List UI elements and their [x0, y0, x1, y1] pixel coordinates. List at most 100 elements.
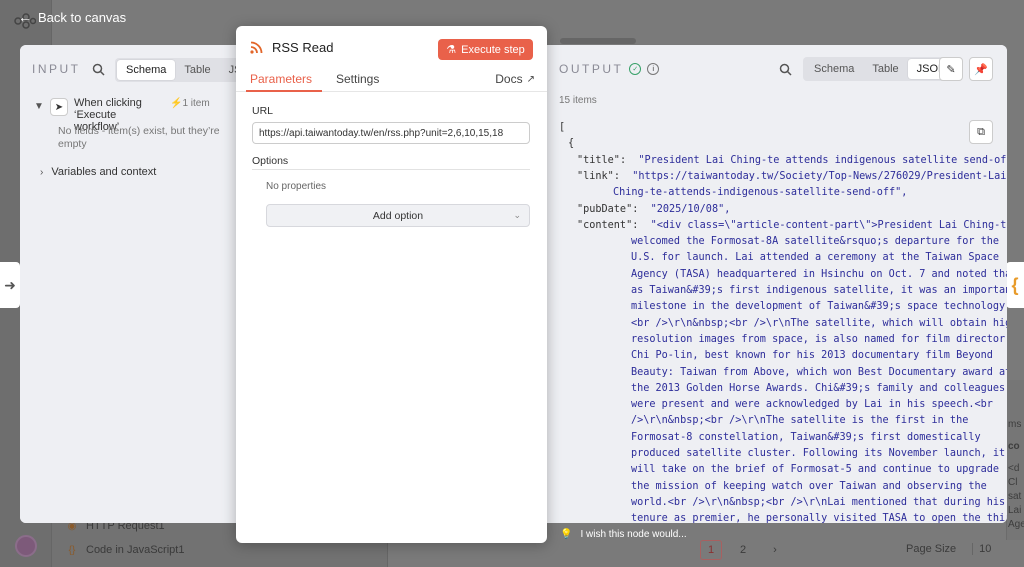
json-line: "pubDate": "2025/10/08", [577, 203, 731, 215]
add-option-label: Add option [372, 209, 424, 222]
active-tab-indicator [246, 90, 322, 92]
add-option-dropdown[interactable]: Add option ⌄ [266, 204, 530, 227]
pin-data-button[interactable]: 📌 [969, 57, 993, 81]
json-value: welcomed the Formosat-8A satellite&rsquo… [631, 236, 1000, 248]
json-line: as Taiwan&#39;s first indigenous satelli… [631, 283, 1007, 299]
success-check-icon: ✓ [629, 63, 642, 75]
page-size-select[interactable]: 10 [972, 543, 1016, 555]
json-line: <br />\r\n&nbsp;<br />\r\nThe satellite,… [631, 316, 1007, 332]
items-count: 15 items [559, 95, 597, 106]
input-tab-schema[interactable]: Schema [117, 60, 176, 80]
json-line: "content": "<div class=\"article-content… [577, 218, 1007, 234]
json-output[interactable]: [{"title": "President Lai Ching-te atten… [559, 120, 1007, 523]
output-search-icon[interactable] [779, 63, 793, 77]
json-line: U.S. for launch. Lai attended a ceremony… [631, 250, 999, 266]
json-value: U.S. for launch. Lai attended a ceremony… [631, 252, 1000, 264]
output-title-row: OUTPUT ✓ i [559, 62, 660, 76]
json-punct: { [568, 138, 575, 150]
trigger-item-count-text: 1 item [182, 98, 210, 109]
tab-parameters[interactable]: Parameters [250, 72, 312, 86]
chevron-down-icon: ⌄ [513, 210, 521, 220]
user-avatar[interactable] [15, 535, 37, 557]
input-drag-handle-icon[interactable]: ➜ [0, 262, 20, 308]
json-value: were present and were acknowledged by La… [631, 399, 993, 411]
options-label: Options [252, 155, 289, 167]
json-line: [ [559, 120, 565, 136]
json-value: the mission of keeping watch over Taiwan… [631, 480, 987, 492]
feedback-prompt[interactable]: 💡 I wish this node would... [560, 529, 687, 540]
json-line: will take on the brief of Formosat-5 and… [631, 462, 999, 478]
options-divider [252, 169, 530, 170]
edit-output-button[interactable]: ✎ [939, 57, 963, 81]
output-tab-table[interactable]: Table [863, 59, 907, 79]
input-panel: INPUT Schema Table JS ▼ ➤ When clicking … [20, 45, 253, 523]
chevron-down-icon[interactable]: ▼ [34, 97, 44, 112]
copy-icon: ⧉ [977, 125, 985, 138]
pencil-icon: ✎ [946, 63, 956, 76]
json-value: <br />\r\n&nbsp;<br />\r\nThe satellite,… [631, 317, 1007, 329]
json-key: "link" [577, 170, 614, 182]
input-search-icon[interactable] [92, 63, 106, 77]
background-fragment-1: ms [1008, 419, 1022, 430]
page-size-label: Page Size [906, 543, 957, 555]
copy-button[interactable]: ⧉ [969, 120, 993, 144]
json-value: Beauty: Taiwan from Above, which won Bes… [631, 366, 1007, 378]
json-key: "title" [577, 154, 620, 166]
cursor-icon: ➤ [50, 98, 68, 116]
page-2-button[interactable]: 2 [732, 540, 754, 560]
variables-context-toggle[interactable]: › Variables and context [40, 166, 156, 178]
page-size: Page Size 10 [906, 543, 1016, 555]
json-value: world.<br />\r\n&nbsp;<br />\r\nLai ment… [631, 496, 1006, 508]
json-line: "title": "President Lai Ching-te attends… [577, 153, 1007, 169]
json-line: "link": "https://taiwantoday.tw/Society/… [577, 169, 1007, 185]
variables-context-label: Variables and context [51, 166, 157, 178]
json-line: tenure as premier, he personally visited… [631, 511, 1007, 523]
json-value: Formosat-8 constellation, Taiwan&#39;s f… [631, 431, 981, 443]
trigger-item-count: ⚡1 item [170, 97, 210, 109]
docs-link[interactable]: Docs ↗ [495, 72, 535, 86]
external-link-icon: ↗ [526, 73, 535, 85]
json-value: resolution images from space, is also na… [631, 333, 1006, 345]
info-icon[interactable]: i [647, 63, 660, 75]
json-line: Ching-te-attends-indigenous-satellite-se… [613, 185, 907, 201]
node-header: RSS Read [250, 40, 333, 55]
json-line: Agency (TASA) headquartered in Hsinchu o… [631, 267, 1007, 283]
page-1-button[interactable]: 1 [700, 540, 722, 560]
background-node-code[interactable]: {} Code in JavaScript1 [66, 544, 185, 556]
url-input[interactable]: https://api.taiwantoday.tw/en/rss.php?un… [252, 122, 530, 144]
output-braces-icon[interactable]: { [1006, 262, 1024, 308]
tab-settings[interactable]: Settings [336, 72, 379, 86]
output-panel: OUTPUT ✓ i Schema Table JSON ✎ 📌 15 item… [547, 45, 1007, 523]
bolt-icon: ⚡ [170, 98, 183, 109]
lightbulb-icon: 💡 [560, 529, 573, 540]
json-line: world.<br />\r\n&nbsp;<br />\r\nLai ment… [631, 495, 1005, 511]
execute-step-button[interactable]: ⚗ Execute step [438, 39, 533, 60]
json-value: />\r\n&nbsp;<br />\r\nThe satellite is t… [631, 415, 969, 427]
json-value: Ching-te-attends-indigenous-satellite-se… [613, 187, 908, 199]
background-node-code-label: Code in JavaScript1 [86, 544, 185, 556]
output-view-switcher: Schema Table JSON [803, 57, 957, 81]
output-tab-schema[interactable]: Schema [805, 59, 863, 79]
background-fragment-4: Cl [1008, 477, 1018, 488]
background-bar [560, 38, 636, 44]
node-name[interactable]: RSS Read [272, 40, 333, 55]
feedback-text: I wish this node would... [580, 529, 687, 540]
json-line: Formosat-8 constellation, Taiwan&#39;s f… [631, 430, 981, 446]
input-tab-table[interactable]: Table [175, 60, 219, 80]
no-properties-text: No properties [266, 181, 327, 192]
json-line: were present and were acknowledged by La… [631, 397, 993, 413]
docs-label: Docs [495, 72, 523, 86]
chevron-right-icon: › [40, 166, 44, 178]
background-pagination: 1 2 › [700, 540, 786, 560]
next-page-icon[interactable]: › [764, 540, 786, 560]
json-line: />\r\n&nbsp;<br />\r\nThe satellite is t… [631, 413, 968, 429]
json-line: the mission of keeping watch over Taiwan… [631, 479, 987, 495]
json-line: milestone in the development of Taiwan&#… [631, 299, 1007, 315]
back-to-canvas-link[interactable]: ← Back to canvas [18, 9, 126, 25]
background-fragment-7: Age [1008, 519, 1024, 530]
background-fragment-3: <d [1008, 463, 1020, 474]
json-line: resolution images from space, is also na… [631, 332, 1005, 348]
arrow-left-icon: ← [18, 9, 32, 25]
background-fragment-6: Lai [1008, 505, 1022, 516]
json-line: welcomed the Formosat-8A satellite&rsquo… [631, 234, 999, 250]
